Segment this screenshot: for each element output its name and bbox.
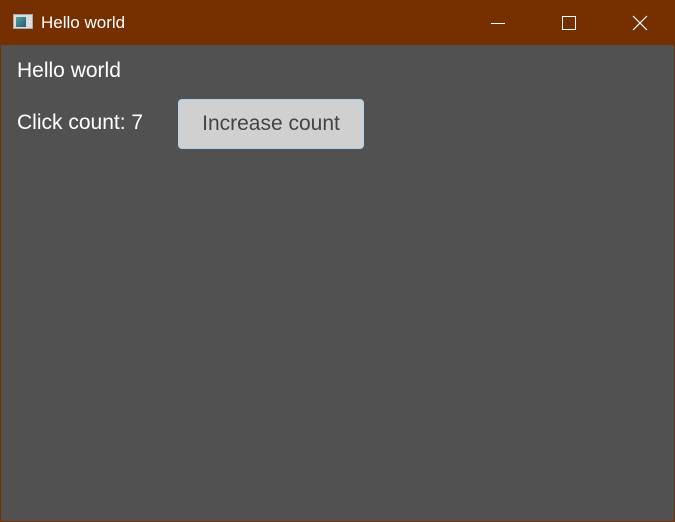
close-button[interactable]: [617, 0, 663, 45]
close-icon: [632, 15, 648, 30]
window-content: Hello world Click count: 7 Increase coun…: [1, 45, 674, 521]
app-icon: [13, 14, 33, 29]
minimize-icon: [491, 22, 505, 24]
maximize-button[interactable]: [546, 0, 592, 45]
title-bar[interactable]: Hello world: [0, 0, 675, 45]
maximize-icon: [562, 15, 576, 30]
minimize-button[interactable]: [475, 0, 521, 45]
click-count-label: Click count: 7: [17, 111, 144, 134]
hello-label: Hello world: [17, 59, 121, 82]
increase-count-button[interactable]: Increase count: [178, 99, 364, 149]
window-title: Hello world: [41, 13, 126, 32]
